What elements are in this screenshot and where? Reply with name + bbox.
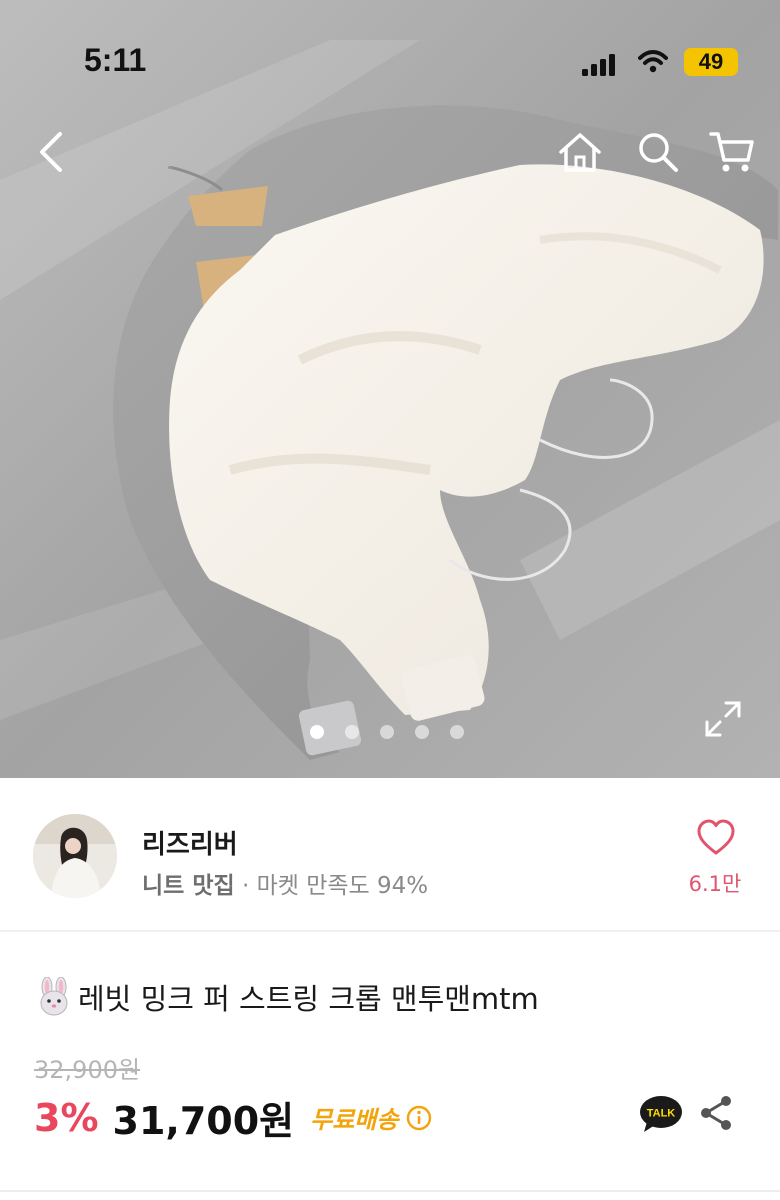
share-icon[interactable]: [698, 1094, 734, 1132]
gallery-pagination: [310, 725, 464, 741]
pagination-dot-4[interactable]: [415, 725, 429, 739]
rabbit-emoji-icon: [40, 977, 68, 1016]
cart-button[interactable]: [708, 128, 756, 176]
battery-level: 49: [684, 48, 738, 76]
avatar-image: [33, 814, 117, 898]
seller-name[interactable]: 리즈리버: [142, 824, 238, 861]
seller-avatar[interactable]: [33, 814, 117, 898]
status-time: 5:11: [84, 42, 147, 78]
product-title-row: 레빗 밍크 퍼 스트링 크롭 맨투맨mtm: [34, 976, 539, 1018]
seller-tag: 니트 맛집: [142, 873, 235, 899]
free-shipping-badge: 무료배송: [310, 1106, 399, 1134]
product-image-gallery[interactable]: 5:11 49: [0, 0, 780, 778]
search-button[interactable]: [634, 128, 682, 176]
expand-image-button[interactable]: [704, 700, 742, 738]
divider: [0, 1190, 780, 1192]
back-button[interactable]: [30, 128, 78, 176]
status-bar: 5:11 49: [0, 0, 780, 120]
pagination-dot-2[interactable]: [345, 725, 359, 739]
cellular-signal-icon: [582, 54, 615, 76]
pagination-dot-3[interactable]: [380, 725, 394, 739]
discount-rate: 3%: [34, 1095, 99, 1140]
sale-price: 31,700원: [112, 1099, 295, 1143]
pagination-dot-1[interactable]: [310, 725, 324, 739]
wifi-icon: [638, 50, 668, 73]
price-row: 3% 31,700원 무료배송: [34, 1090, 432, 1145]
seller-satisfaction: · 마켓 만족도 94%: [234, 873, 429, 899]
kakao-talk-button[interactable]: TALK: [638, 1094, 684, 1134]
seller-meta: 니트 맛집 · 마켓 만족도 94%: [142, 866, 428, 900]
like-count: 6.1만: [688, 872, 742, 896]
original-price: 32,900원: [34, 1056, 141, 1084]
home-button[interactable]: [556, 128, 604, 176]
pagination-dot-5[interactable]: [450, 725, 464, 739]
info-icon[interactable]: [406, 1105, 432, 1131]
seller-info[interactable]: 리즈리버 니트 맛집 · 마켓 만족도 94% 6.1만: [0, 778, 780, 932]
talk-label: TALK: [647, 1108, 676, 1120]
product-title: 레빗 밍크 퍼 스트링 크롭 맨투맨mtm: [78, 982, 539, 1016]
heart-icon[interactable]: [696, 818, 736, 858]
product-info: 레빗 밍크 퍼 스트링 크롭 맨투맨mtm 32,900원 3% 31,700원…: [0, 932, 780, 1200]
